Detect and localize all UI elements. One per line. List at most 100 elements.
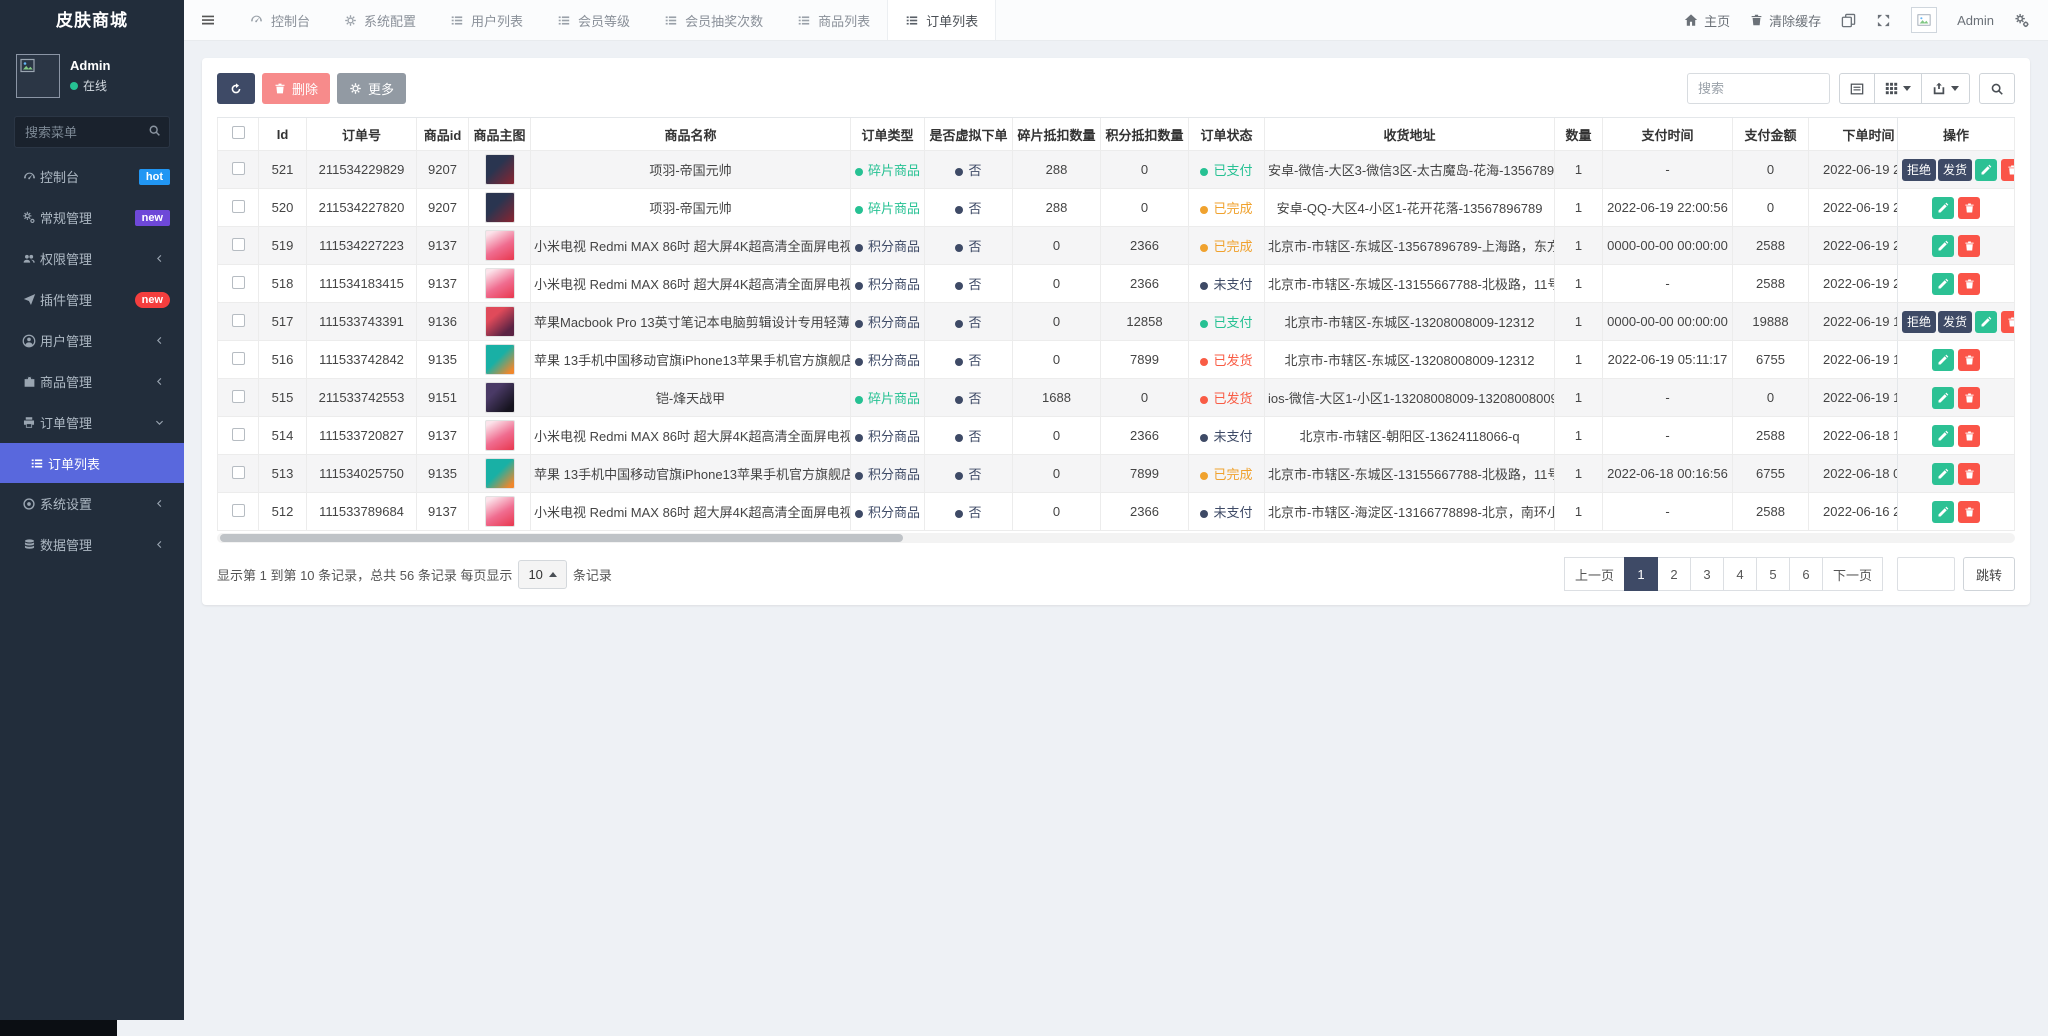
fullscreen-icon[interactable]: [1876, 13, 1891, 28]
edit-button[interactable]: [1932, 273, 1954, 295]
row-checkbox[interactable]: [232, 504, 245, 517]
delete-row-button[interactable]: [1958, 235, 1980, 257]
search-toggle-button[interactable]: [1979, 73, 2015, 104]
delete-row-button[interactable]: [1958, 197, 1980, 219]
column-header-收货地址[interactable]: 收货地址: [1265, 118, 1555, 151]
column-header-订单号[interactable]: 订单号: [307, 118, 417, 151]
column-header-支付金额[interactable]: 支付金额: [1733, 118, 1809, 151]
reject-button[interactable]: 拒绝: [1902, 159, 1936, 181]
edit-button[interactable]: [1932, 463, 1954, 485]
sidebar-footer-strip[interactable]: [0, 1020, 117, 1036]
edit-button[interactable]: [1975, 159, 1997, 181]
more-button[interactable]: 更多: [337, 73, 406, 104]
table-search-input[interactable]: [1687, 73, 1830, 104]
jump-button[interactable]: 跳转: [1963, 557, 2015, 591]
next-page-button[interactable]: 下一页: [1822, 557, 1883, 591]
reject-button[interactable]: 拒绝: [1902, 311, 1936, 333]
search-icon[interactable]: [148, 124, 161, 137]
jump-page-input[interactable]: [1897, 557, 1955, 591]
column-header-订单类型[interactable]: 订单类型: [851, 118, 925, 151]
page-button-5[interactable]: 5: [1756, 557, 1790, 591]
ship-button[interactable]: 发货: [1938, 159, 1972, 181]
delete-row-button[interactable]: [1958, 501, 1980, 523]
column-header-积分抵扣数量[interactable]: 积分抵扣数量: [1101, 118, 1189, 151]
column-header-商品id[interactable]: 商品id: [417, 118, 469, 151]
row-checkbox[interactable]: [232, 352, 245, 365]
sidebar-item-5[interactable]: 商品管理: [0, 361, 184, 402]
row-checkbox[interactable]: [232, 238, 245, 251]
copy-icon[interactable]: [1841, 13, 1856, 28]
product-thumbnail[interactable]: [485, 420, 515, 451]
row-checkbox[interactable]: [232, 390, 245, 403]
page-button-6[interactable]: 6: [1789, 557, 1823, 591]
product-thumbnail[interactable]: [485, 344, 515, 375]
delete-row-button[interactable]: [2001, 311, 2015, 333]
refresh-button[interactable]: [217, 73, 255, 104]
tab-用户列表[interactable]: 用户列表: [433, 0, 540, 40]
column-header-碎片抵扣数量[interactable]: 碎片抵扣数量: [1013, 118, 1101, 151]
sidebar-item-6[interactable]: 订单管理: [0, 402, 184, 443]
page-button-2[interactable]: 2: [1657, 557, 1691, 591]
product-thumbnail[interactable]: [485, 230, 515, 261]
product-thumbnail[interactable]: [485, 306, 515, 337]
row-checkbox[interactable]: [232, 466, 245, 479]
delete-row-button[interactable]: [1958, 349, 1980, 371]
edit-button[interactable]: [1932, 235, 1954, 257]
page-button-3[interactable]: 3: [1690, 557, 1724, 591]
product-thumbnail[interactable]: [485, 154, 515, 185]
sidebar-item-2[interactable]: 权限管理: [0, 238, 184, 279]
export-button[interactable]: [1922, 73, 1970, 104]
detail-view-button[interactable]: [1839, 73, 1875, 104]
product-thumbnail[interactable]: [485, 192, 515, 223]
settings-gears-icon[interactable]: [2014, 13, 2030, 28]
home-link[interactable]: 主页: [1684, 11, 1730, 30]
horizontal-scrollbar[interactable]: [217, 533, 2015, 543]
tab-商品列表[interactable]: 商品列表: [780, 0, 887, 40]
column-header-操作[interactable]: 操作: [1897, 118, 2015, 151]
scrollbar-thumb[interactable]: [220, 534, 903, 542]
tab-会员抽奖次数[interactable]: 会员抽奖次数: [647, 0, 780, 40]
delete-row-button[interactable]: [1958, 463, 1980, 485]
page-button-4[interactable]: 4: [1723, 557, 1757, 591]
column-header-是否虚拟下单[interactable]: 是否虚拟下单: [925, 118, 1013, 151]
tab-订单列表[interactable]: 订单列表: [887, 0, 996, 40]
row-checkbox[interactable]: [232, 428, 245, 441]
topbar-username[interactable]: Admin: [1957, 13, 1994, 28]
product-thumbnail[interactable]: [485, 268, 515, 299]
product-thumbnail[interactable]: [485, 458, 515, 489]
columns-button[interactable]: [1875, 73, 1922, 104]
edit-button[interactable]: [1932, 425, 1954, 447]
sidebar-item-8[interactable]: 数据管理: [0, 524, 184, 565]
tab-系统配置[interactable]: 系统配置: [327, 0, 433, 40]
delete-row-button[interactable]: [2001, 159, 2015, 181]
column-header-支付时间[interactable]: 支付时间: [1603, 118, 1733, 151]
prev-page-button[interactable]: 上一页: [1564, 557, 1625, 591]
edit-button[interactable]: [1932, 501, 1954, 523]
column-header-订单状态[interactable]: 订单状态: [1189, 118, 1265, 151]
sidebar-item-7[interactable]: 系统设置: [0, 483, 184, 524]
row-checkbox[interactable]: [232, 276, 245, 289]
sidebar-item-3[interactable]: 插件管理new: [0, 279, 184, 320]
page-button-1[interactable]: 1: [1624, 557, 1658, 591]
edit-button[interactable]: [1932, 349, 1954, 371]
column-header-checkbox[interactable]: [217, 118, 259, 151]
sidebar-item-1[interactable]: 常规管理new: [0, 197, 184, 238]
column-header-商品名称[interactable]: 商品名称: [531, 118, 851, 151]
tab-会员等级[interactable]: 会员等级: [540, 0, 647, 40]
delete-row-button[interactable]: [1958, 387, 1980, 409]
column-header-数量[interactable]: 数量: [1555, 118, 1603, 151]
tab-控制台[interactable]: 控制台: [232, 0, 327, 40]
edit-button[interactable]: [1932, 387, 1954, 409]
product-thumbnail[interactable]: [485, 382, 515, 413]
sidebar-search-input[interactable]: [14, 116, 170, 148]
select-all-checkbox[interactable]: [232, 126, 245, 139]
clear-cache-link[interactable]: 清除缓存: [1750, 11, 1821, 30]
product-thumbnail[interactable]: [485, 496, 515, 527]
topbar-avatar[interactable]: [1911, 7, 1937, 33]
edit-button[interactable]: [1975, 311, 1997, 333]
delete-row-button[interactable]: [1958, 425, 1980, 447]
menu-toggle-icon[interactable]: [184, 0, 232, 40]
edit-button[interactable]: [1932, 197, 1954, 219]
row-checkbox[interactable]: [232, 162, 245, 175]
delete-row-button[interactable]: [1958, 273, 1980, 295]
